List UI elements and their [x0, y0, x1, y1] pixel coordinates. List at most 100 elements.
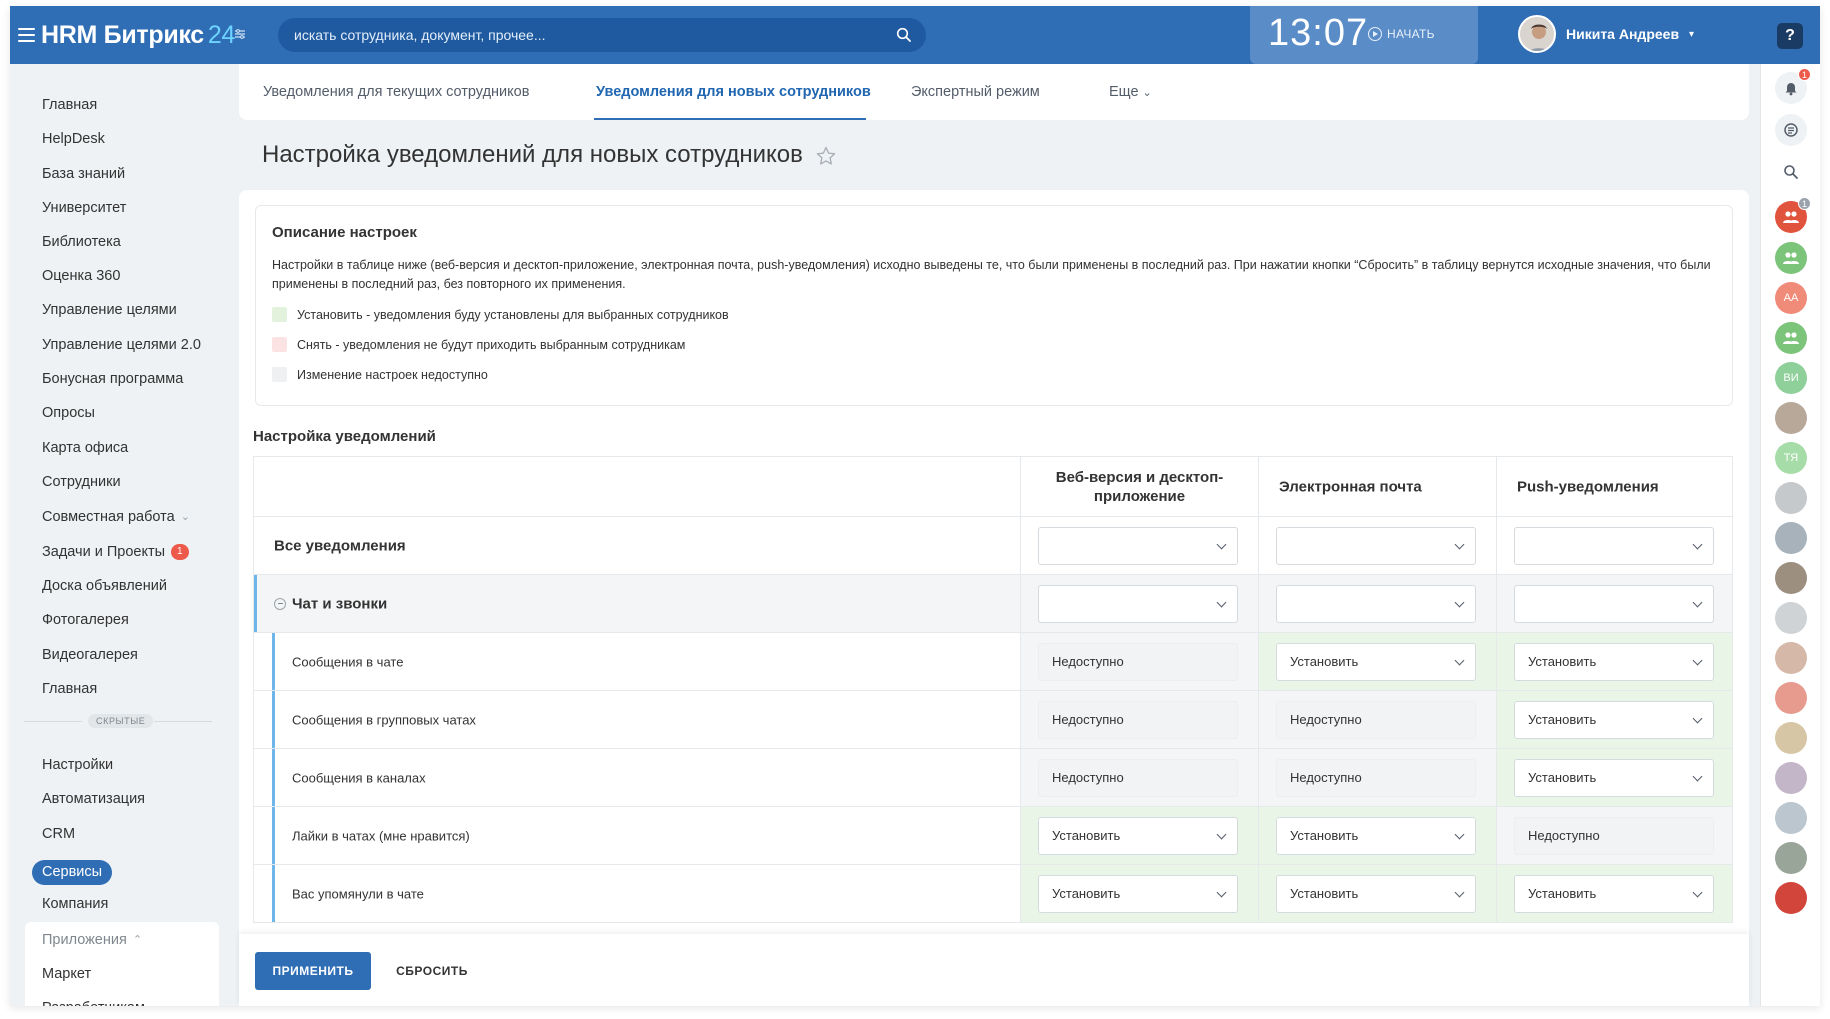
email-select[interactable]: Установить	[1276, 643, 1476, 681]
tab-more[interactable]: Еще ⌄	[1109, 84, 1152, 100]
web-select: Недоступно	[1038, 701, 1238, 739]
bell-icon[interactable]: 1	[1775, 68, 1811, 104]
sidebar-item-label: Видеогалерея	[42, 647, 138, 663]
sidebar-item-board[interactable]: Доска объявлений	[42, 573, 167, 599]
email-select[interactable]: Установить	[1276, 817, 1476, 855]
sidebar-item-library[interactable]: Библиотека	[42, 229, 121, 255]
group-count: 1	[1798, 197, 1811, 210]
group-chat-icon[interactable]: 1	[1775, 197, 1811, 233]
table-row: Вас упомянули в чате Установить Установи…	[253, 865, 1733, 923]
sidebar-item-label: Оценка 360	[42, 268, 121, 284]
sidebar-item-surveys[interactable]: Опросы	[42, 400, 95, 426]
contact-avatar[interactable]	[1775, 762, 1807, 794]
group-email-select[interactable]	[1276, 585, 1476, 623]
tab-more-label: Еще	[1109, 84, 1139, 100]
web-select[interactable]: Установить	[1038, 875, 1238, 913]
start-workday-button[interactable]: НАЧАТЬ	[1368, 27, 1435, 41]
search-bar[interactable]	[278, 18, 926, 52]
hidden-items-divider[interactable]: СКРЫТЫЕ	[24, 714, 212, 728]
workday-widget[interactable]: 13:07 НАЧАТЬ	[1250, 6, 1478, 64]
contact-avatar[interactable]: ВИ	[1775, 362, 1807, 394]
tab-new-employees[interactable]: Уведомления для новых сотрудников	[596, 84, 871, 100]
sidebar-item-company[interactable]: Компания	[42, 891, 108, 917]
apply-button[interactable]: ПРИМЕНИТЬ	[255, 952, 371, 990]
logo-settings-icon[interactable]	[232, 26, 248, 42]
user-menu[interactable]: Никита Андреев ▾	[1518, 15, 1694, 53]
app-logo[interactable]: HRM Битрикс 24	[41, 21, 235, 50]
table-cell	[1496, 575, 1733, 632]
group-chat-icon[interactable]	[1775, 322, 1807, 354]
group-web-select[interactable]	[1038, 585, 1238, 623]
sidebar-item-home[interactable]: Главная	[42, 92, 97, 118]
sidebar-item-videos[interactable]: Видеогалерея	[42, 642, 138, 668]
sidebar-item-market[interactable]: Маркет	[42, 961, 91, 987]
sidebar-item-photos[interactable]: Фотогалерея	[42, 607, 129, 633]
chevron-down-icon	[1216, 539, 1227, 550]
sidebar-item-home-2[interactable]: Главная	[42, 676, 97, 702]
sidebar-item-university[interactable]: Университет	[42, 195, 126, 221]
description-box: Описание настроек Настройки в таблице ни…	[255, 205, 1733, 406]
contact-avatar[interactable]	[1775, 602, 1807, 634]
contact-avatar[interactable]	[1775, 682, 1807, 714]
play-icon	[1368, 27, 1382, 41]
messages-icon[interactable]	[1775, 114, 1807, 146]
contact-avatar[interactable]: ТЯ	[1775, 442, 1807, 474]
all-email-select[interactable]	[1276, 527, 1476, 565]
contact-avatar[interactable]	[1775, 482, 1807, 514]
contact-avatar[interactable]: АА	[1775, 282, 1807, 314]
push-select[interactable]: Установить	[1514, 701, 1714, 739]
sidebar-item-label: Библиотека	[42, 234, 121, 250]
contact-avatar[interactable]	[1775, 882, 1807, 914]
search-icon[interactable]	[1775, 156, 1807, 188]
sidebar-item-helpdesk[interactable]: HelpDesk	[42, 126, 105, 152]
contact-avatar[interactable]	[1775, 722, 1807, 754]
sidebar-item-collaboration[interactable]: Совместная работа ⌄	[42, 504, 190, 530]
sidebar-item-automation[interactable]: Автоматизация	[42, 786, 145, 812]
menu-icon[interactable]	[18, 25, 35, 45]
legend-label: Изменение настроек недоступно	[297, 367, 488, 382]
sidebar-item-office-map[interactable]: Карта офиса	[42, 435, 128, 461]
contact-avatar[interactable]	[1775, 522, 1807, 554]
sidebar-item-knowledge-base[interactable]: База знаний	[42, 161, 125, 187]
contact-avatar[interactable]	[1775, 642, 1807, 674]
contact-avatar[interactable]	[1775, 562, 1807, 594]
sidebar-item-crm[interactable]: CRM	[42, 821, 75, 847]
sidebar-item-services[interactable]: Сервисы	[32, 860, 113, 885]
group-push-select[interactable]	[1514, 585, 1714, 623]
group-chat-icon[interactable]	[1775, 242, 1807, 274]
tab-expert-mode[interactable]: Экспертный режим	[911, 84, 1040, 100]
user-name: Никита Андреев	[1566, 26, 1680, 42]
push-select[interactable]: Установить	[1514, 759, 1714, 797]
sidebar-item-settings[interactable]: Настройки	[42, 752, 113, 778]
contact-avatar[interactable]	[1775, 802, 1807, 834]
sidebar-item-developers[interactable]: Разработчикам	[42, 995, 145, 1006]
contact-initials: ТЯ	[1783, 452, 1799, 464]
collapse-icon[interactable]	[274, 597, 286, 610]
push-select[interactable]: Установить	[1514, 643, 1714, 681]
web-select[interactable]: Установить	[1038, 817, 1238, 855]
star-icon[interactable]	[815, 145, 837, 167]
sidebar-item-employees[interactable]: Сотрудники	[42, 469, 121, 495]
sidebar-item-label: HelpDesk	[42, 131, 105, 147]
row-label: Сообщения в чате	[292, 654, 404, 669]
reset-button[interactable]: СБРОСИТЬ	[387, 952, 477, 990]
all-web-select[interactable]	[1038, 527, 1238, 565]
contact-avatar[interactable]	[1775, 842, 1807, 874]
sidebar-item-goals-2[interactable]: Управление целями 2.0	[42, 332, 201, 358]
contact-avatar[interactable]	[1775, 402, 1807, 434]
all-push-select[interactable]	[1514, 527, 1714, 565]
push-select[interactable]: Установить	[1514, 875, 1714, 913]
sidebar-item-360-review[interactable]: Оценка 360	[42, 263, 120, 289]
sidebar-item-goals[interactable]: Управление целями	[42, 297, 177, 323]
sidebar-item-bonus[interactable]: Бонусная программа	[42, 366, 183, 392]
search-icon[interactable]	[896, 27, 912, 43]
email-select[interactable]: Установить	[1276, 875, 1476, 913]
tab-current-employees[interactable]: Уведомления для текущих сотрудников	[263, 84, 529, 100]
sidebar-item-tasks[interactable]: Задачи и Проекты 1	[42, 539, 189, 565]
sidebar-item-apps[interactable]: Приложения ⌃	[42, 927, 142, 953]
search-input[interactable]	[294, 18, 854, 52]
sidebar-item-label: Главная	[42, 681, 98, 697]
chevron-up-icon: ⌃	[132, 934, 143, 946]
sidebar-item-label: Опросы	[42, 405, 95, 421]
help-icon[interactable]: ?	[1777, 23, 1803, 49]
